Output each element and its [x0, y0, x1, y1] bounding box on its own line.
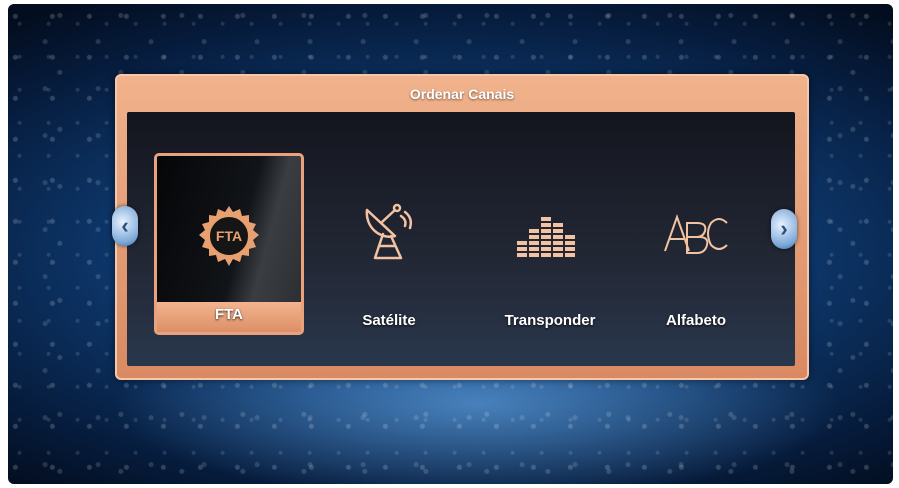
option-label: Satélite: [362, 312, 416, 329]
option-label: FTA: [214, 306, 244, 323]
signal-bars-icon: [476, 194, 624, 274]
option-alphabet[interactable]: Alfabeto: [622, 154, 770, 334]
dialog-title: Ordenar Canais: [409, 86, 515, 102]
scroll-right-arrow[interactable]: ›: [771, 209, 797, 249]
option-satellite[interactable]: Satélite: [315, 154, 463, 334]
chevron-right-icon: ›: [780, 216, 788, 241]
tv-screen: Ordenar Canais FTA FTA Satélite Transpon…: [8, 4, 893, 484]
sort-channels-dialog: Ordenar Canais FTA FTA Satélite Transpon…: [115, 74, 809, 380]
scroll-left-arrow[interactable]: ‹: [112, 206, 138, 246]
option-label: Alfabeto: [666, 312, 726, 329]
abc-icon: [622, 194, 770, 274]
option-transponder[interactable]: Transponder: [476, 154, 624, 334]
fta-badge-icon: FTA: [157, 196, 301, 276]
option-fta[interactable]: FTA FTA: [154, 153, 304, 335]
chevron-left-icon: ‹: [121, 213, 129, 238]
svg-text:FTA: FTA: [216, 228, 242, 244]
option-label: Transponder: [504, 312, 596, 329]
satellite-dish-icon: [315, 194, 463, 274]
options-panel: FTA FTA Satélite Transponder Alfabeto: [127, 112, 795, 366]
